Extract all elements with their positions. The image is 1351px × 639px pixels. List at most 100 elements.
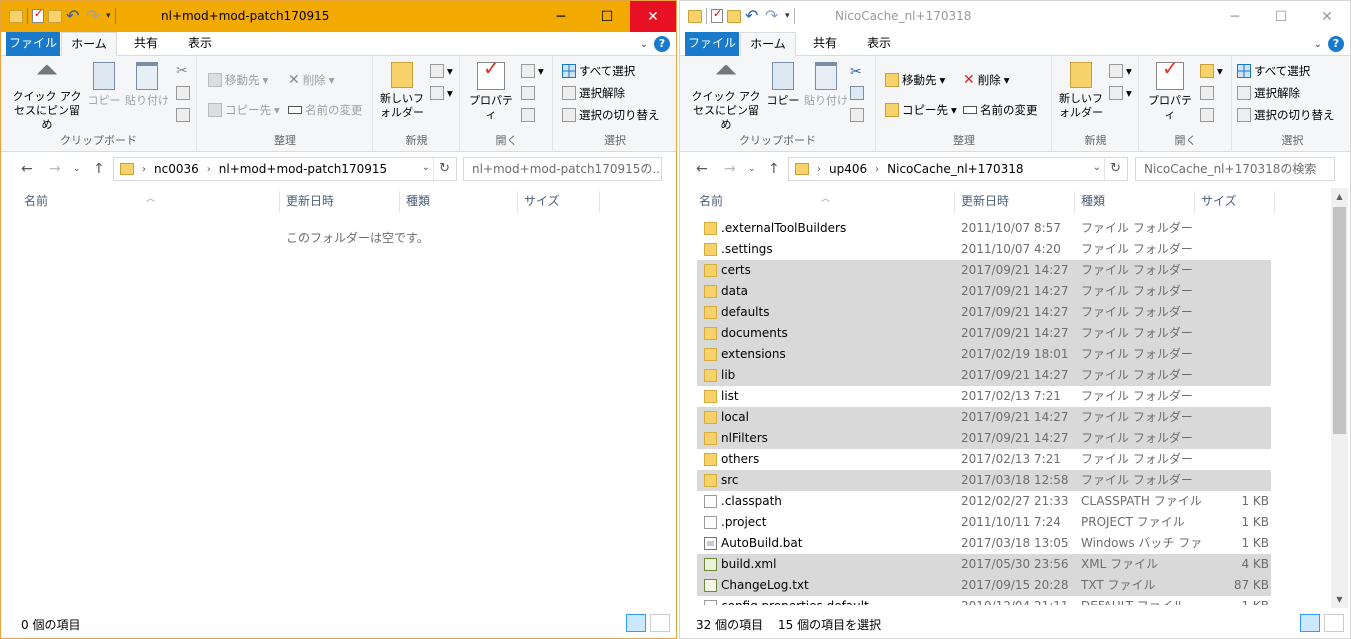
search-input[interactable]: nl+mod+mod-patch170915の... (463, 157, 662, 181)
minimize-button[interactable]: ─ (538, 1, 584, 32)
help-icon[interactable]: ? (1328, 36, 1344, 52)
undo-icon[interactable]: ↶ (745, 8, 761, 24)
column-date[interactable]: 更新日時 (280, 191, 400, 213)
search-input[interactable]: NicoCache_nl+170318の検索 (1135, 157, 1335, 181)
copy-button[interactable]: コピー (766, 62, 800, 108)
new-folder-icon[interactable] (727, 9, 741, 23)
column-name[interactable]: 名前 ︿ (18, 191, 280, 213)
scroll-down-icon[interactable]: ▼ (1331, 591, 1348, 608)
table-row[interactable]: .settings 2011/10/07 4:20 ファイル フォルダー (697, 239, 1271, 260)
column-size[interactable]: サイズ (1195, 191, 1275, 213)
address-bar[interactable]: › nc0036 › nl+mod+mod-patch170915 ⌄ ↻ (113, 157, 457, 181)
tab-view[interactable]: 表示 (852, 32, 906, 56)
move-to-button[interactable]: 移動先 ▾ (208, 72, 268, 88)
column-size[interactable]: サイズ (518, 191, 600, 213)
customize-toolbar-icon[interactable]: ▾ (106, 11, 111, 21)
table-row[interactable]: .externalToolBuilders 2011/10/07 8:57 ファイル… (697, 218, 1271, 239)
explorer-window-left[interactable]: ↶ ↷ ▾ nl+mod+mod-patch170915 ─ ☐ ✕ ファイル … (0, 0, 677, 639)
table-row[interactable]: extensions 2017/02/19 18:01 ファイル フォルダー (697, 344, 1271, 365)
delete-button[interactable]: ✕ 削除 ▾ (288, 72, 335, 88)
breadcrumb-folder[interactable]: nl+mod+mod-patch170915 (219, 162, 387, 176)
properties-button[interactable]: プロパティ (465, 61, 517, 122)
properties-icon[interactable] (32, 7, 44, 23)
tab-view[interactable]: 表示 (173, 32, 227, 56)
select-all-button[interactable]: すべて選択 (1237, 63, 1310, 79)
select-none-button[interactable]: 選択解除 (562, 85, 625, 101)
redo-icon[interactable]: ↷ (86, 8, 102, 24)
new-folder-button[interactable]: 新しいフォルダー (1057, 62, 1105, 120)
easy-access-button[interactable]: ▾ (430, 86, 453, 100)
column-type[interactable]: 種類 (400, 191, 518, 213)
tab-file[interactable]: ファイル (685, 32, 739, 56)
invert-selection-button[interactable]: 選択の切り替え (562, 107, 660, 123)
explorer-window-right[interactable]: ↶ ↷ ▾ NicoCache_nl+170318 ─ ☐ ✕ ファイル ホーム… (679, 0, 1351, 639)
breadcrumb-chevron-icon[interactable]: › (875, 164, 879, 175)
new-item-button[interactable]: ▾ (430, 64, 453, 78)
file-list[interactable]: .externalToolBuilders 2011/10/07 8:57 ファイル… (680, 218, 1350, 605)
cut-button[interactable]: ✂ (176, 64, 188, 78)
column-type[interactable]: 種類 (1075, 191, 1195, 213)
undo-icon[interactable]: ↶ (66, 8, 82, 24)
back-button[interactable]: ← (21, 161, 33, 177)
paste-shortcut-button[interactable] (176, 108, 190, 122)
tab-share[interactable]: 共有 (119, 32, 173, 56)
cut-button[interactable]: ✂ (850, 64, 862, 80)
refresh-icon[interactable]: ↻ (1110, 161, 1121, 176)
table-row[interactable]: list 2017/02/13 7:21 ファイル フォルダー (697, 386, 1271, 407)
properties-icon[interactable] (711, 7, 723, 23)
edit-button[interactable] (521, 86, 535, 100)
paste-button[interactable]: 貼り付け (125, 62, 169, 108)
recent-locations-button[interactable]: ⌄ (73, 164, 81, 174)
pin-quick-access-button[interactable]: クイック アクセスにピン留め (688, 62, 764, 132)
properties-button[interactable]: プロパティ (1144, 61, 1196, 122)
breadcrumb-chevron-icon[interactable]: › (142, 164, 146, 175)
tab-home[interactable]: ホーム (740, 32, 796, 56)
breadcrumb-chevron-icon[interactable]: › (207, 164, 211, 175)
new-folder-button[interactable]: 新しいフォルダー (378, 62, 426, 120)
table-row[interactable]: documents 2017/09/21 14:27 ファイル フォルダー (697, 323, 1271, 344)
paste-button[interactable]: 貼り付け (804, 62, 848, 108)
column-name[interactable]: 名前 ︿ (693, 191, 955, 213)
up-button[interactable]: ↑ (768, 161, 780, 177)
new-folder-icon[interactable] (48, 9, 62, 23)
rename-button[interactable]: 名前の変更 (963, 102, 1038, 118)
redo-icon[interactable]: ↷ (765, 8, 781, 24)
refresh-icon[interactable]: ↻ (439, 161, 450, 176)
large-icons-view-button[interactable] (1324, 614, 1344, 632)
select-none-button[interactable]: 選択解除 (1237, 85, 1300, 101)
minimize-button[interactable]: ─ (1212, 1, 1258, 32)
large-icons-view-button[interactable] (650, 614, 670, 632)
tab-file[interactable]: ファイル (6, 32, 60, 56)
new-item-button[interactable]: ▾ (1109, 64, 1132, 78)
tab-home[interactable]: ホーム (61, 32, 117, 56)
select-all-button[interactable]: すべて選択 (562, 63, 635, 79)
table-row[interactable]: build.xml 2017/05/30 23:56 XML ファイル 4 KB (697, 554, 1271, 575)
scroll-up-icon[interactable]: ▲ (1331, 188, 1348, 205)
table-row[interactable]: local 2017/09/21 14:27 ファイル フォルダー (697, 407, 1271, 428)
invert-selection-button[interactable]: 選択の切り替え (1237, 107, 1335, 123)
tab-share[interactable]: 共有 (798, 32, 852, 56)
table-row[interactable]: lib 2017/09/21 14:27 ファイル フォルダー (697, 365, 1271, 386)
breadcrumb-root[interactable]: up406 (829, 162, 867, 176)
breadcrumb-folder[interactable]: NicoCache_nl+170318 (887, 162, 1023, 176)
details-view-button[interactable] (1300, 614, 1320, 632)
copy-to-button[interactable]: コピー先 ▾ (208, 102, 280, 118)
address-dropdown-icon[interactable]: ⌄ (422, 162, 430, 173)
forward-button[interactable]: → (724, 161, 736, 177)
address-dropdown-icon[interactable]: ⌄ (1093, 162, 1101, 173)
title-bar[interactable]: ↶ ↷ ▾ NicoCache_nl+170318 ─ ☐ ✕ (680, 1, 1350, 32)
recent-locations-button[interactable]: ⌄ (748, 164, 756, 174)
customize-toolbar-icon[interactable]: ▾ (785, 11, 790, 21)
help-icon[interactable]: ? (654, 36, 670, 52)
table-row[interactable]: others 2017/02/13 7:21 ファイル フォルダー (697, 449, 1271, 470)
address-bar[interactable]: › up406 › NicoCache_nl+170318 ⌄ ↻ (788, 157, 1128, 181)
table-row[interactable]: ChangeLog.txt 2017/09/15 20:28 TXT ファイル 87 … (697, 575, 1271, 596)
table-row[interactable]: config.properties.default 2010/12/04 21:1… (697, 596, 1271, 605)
open-button[interactable]: ▾ (521, 64, 544, 78)
maximize-button[interactable]: ☐ (1258, 1, 1304, 32)
table-row[interactable]: src 2017/03/18 12:58 ファイル フォルダー (697, 470, 1271, 491)
forward-button[interactable]: → (49, 161, 61, 177)
edit-button[interactable] (1200, 86, 1214, 100)
open-button[interactable]: ▾ (1200, 64, 1223, 78)
maximize-button[interactable]: ☐ (584, 1, 630, 32)
